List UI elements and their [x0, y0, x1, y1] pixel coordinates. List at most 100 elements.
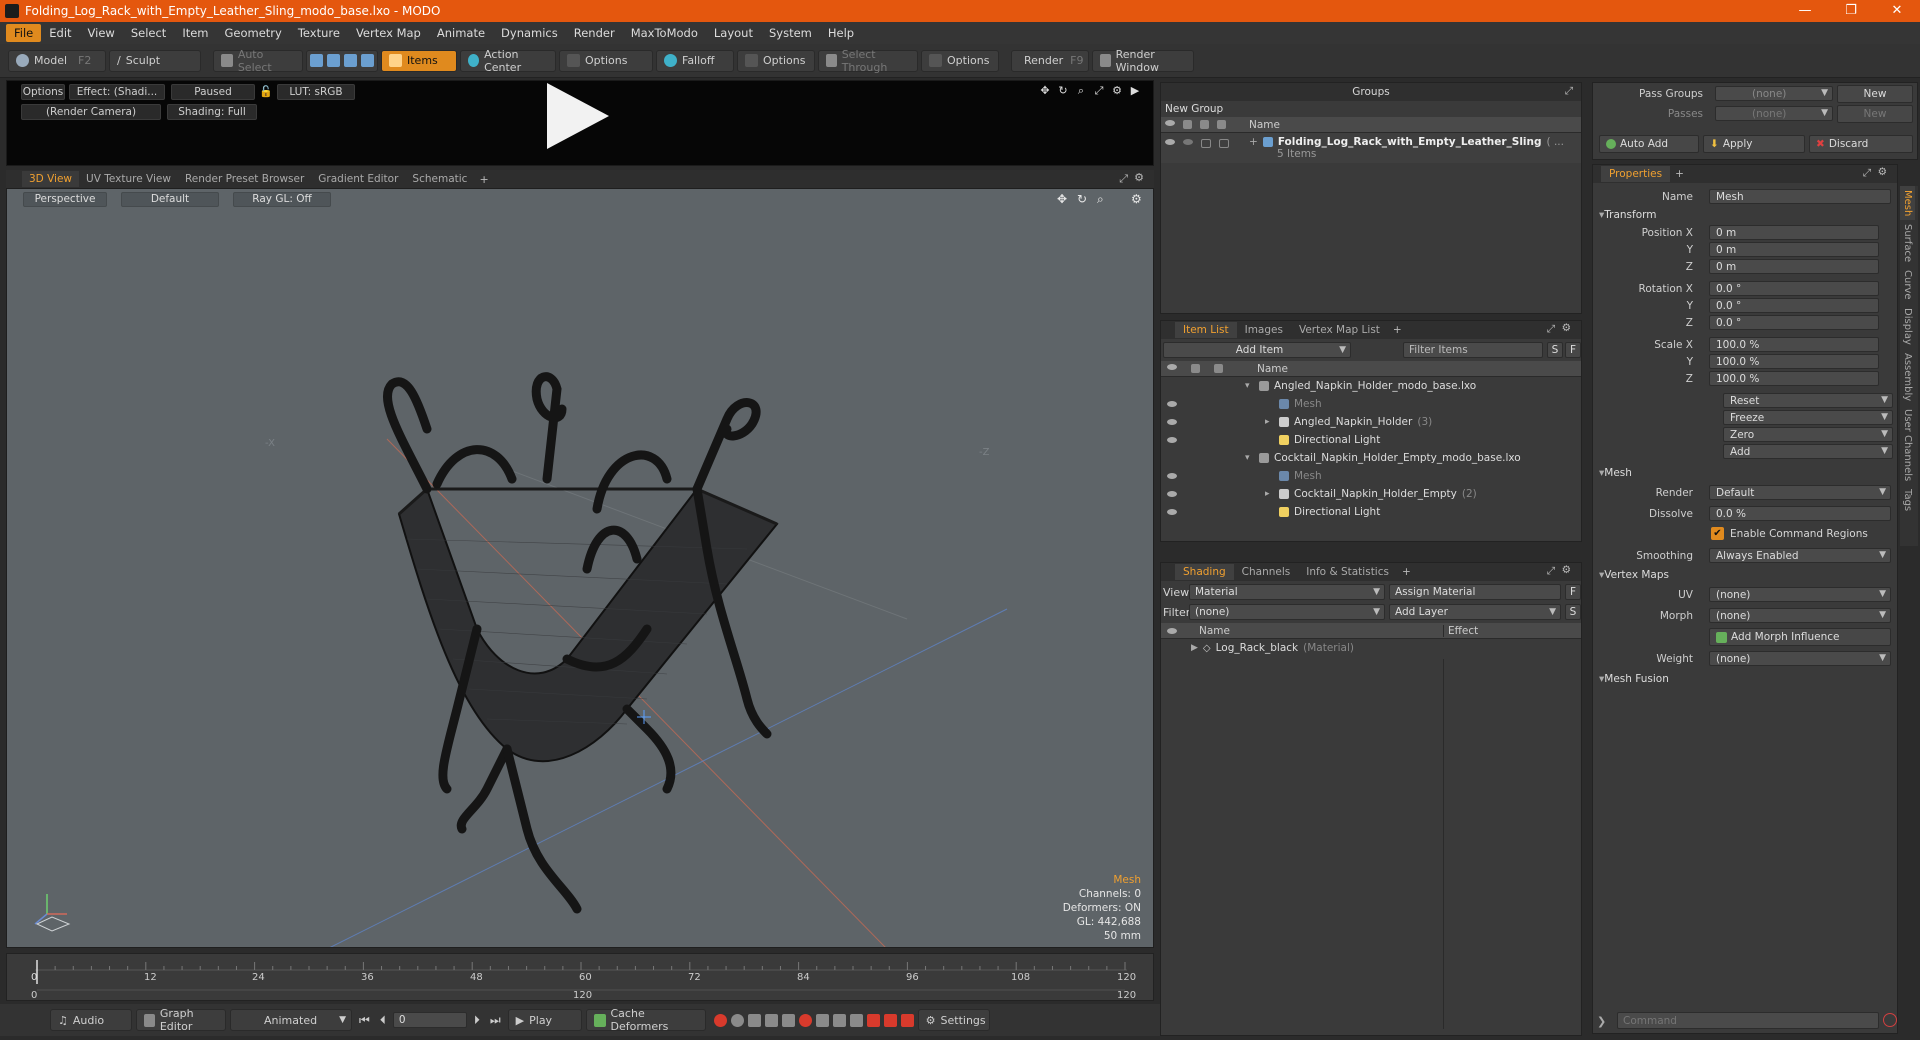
expand-icon[interactable]: ▾ — [1245, 381, 1259, 391]
play-preview-icon[interactable] — [547, 83, 609, 149]
scale-y-field[interactable]: 100.0 % — [1709, 354, 1879, 369]
record-key-icon[interactable] — [713, 1013, 727, 1027]
add-tab-icon[interactable]: + — [1397, 566, 1416, 578]
visibility-toggle-icon[interactable] — [1167, 491, 1177, 497]
enable-command-regions-checkbox[interactable]: ✔ Enable Command Regions — [1711, 527, 1868, 540]
menu-dynamics[interactable]: Dynamics — [493, 24, 566, 42]
menu-view[interactable]: View — [80, 24, 123, 42]
maximize-panel-icon[interactable]: ⤢ — [1547, 323, 1555, 336]
menu-layout[interactable]: Layout — [706, 24, 761, 42]
side-tab-surface[interactable]: Surface — [1900, 220, 1915, 266]
play-button[interactable]: ▶ Play — [507, 1009, 582, 1031]
command-status-icon[interactable] — [1883, 1013, 1897, 1027]
render-toggle-icon[interactable] — [1183, 139, 1193, 145]
visibility-toggle-icon[interactable] — [1167, 509, 1177, 515]
key-prev-icon[interactable] — [747, 1013, 761, 1027]
lock-toggle-icon[interactable] — [1201, 139, 1211, 148]
item-list-row[interactable]: ▸ Cocktail_Napkin_Holder_Empty (2) — [1161, 485, 1581, 503]
menu-system[interactable]: System — [761, 24, 820, 42]
close-button[interactable]: ✕ — [1874, 0, 1920, 22]
gear-icon[interactable]: ⚙ — [1134, 171, 1144, 184]
lock-icon[interactable]: 🔓 — [259, 85, 273, 98]
auto-select-button[interactable]: Auto Select — [213, 48, 303, 74]
side-tab-mesh[interactable]: Mesh — [1900, 186, 1915, 221]
render-window-button[interactable]: Render Window — [1092, 48, 1194, 74]
gear-icon[interactable]: ⚙ — [1878, 166, 1887, 178]
animated-dropdown[interactable]: Animated ▼ — [230, 1009, 352, 1031]
discard-button[interactable]: ✖ Discard — [1809, 135, 1913, 153]
menu-geometry[interactable]: Geometry — [217, 24, 290, 42]
record-icon[interactable] — [798, 1013, 812, 1027]
render-button[interactable]: Render F9 — [1011, 49, 1089, 72]
add-tab-icon[interactable]: + — [1670, 168, 1689, 180]
group-row[interactable]: + Folding_Log_Rack_with_Empty_Leather_Sl… — [1161, 133, 1581, 163]
audio-button[interactable]: ♫ Audio — [50, 1009, 132, 1031]
rotation-z-field[interactable]: 0.0 ° — [1709, 315, 1879, 330]
tab-channels[interactable]: Channels — [1234, 564, 1299, 580]
menu-texture[interactable]: Texture — [290, 24, 348, 42]
filter-items-field[interactable]: Filter Items — [1403, 342, 1543, 358]
position-z-field[interactable]: 0 m — [1709, 259, 1879, 274]
gear-icon[interactable]: ⚙ — [1562, 322, 1571, 334]
tab-3d-view[interactable]: 3D View — [22, 171, 80, 187]
apply-button[interactable]: ⬇ Apply — [1703, 135, 1805, 153]
3d-viewport[interactable]: Perspective Default Ray GL: Off ✥ ↻ ⌕ ⚙ … — [6, 188, 1154, 948]
filter-dropdown[interactable]: (none) ▼ — [1189, 604, 1385, 620]
side-tab-display[interactable]: Display — [1900, 304, 1915, 349]
play-small-icon[interactable]: ▶ — [1129, 85, 1141, 97]
scale-z-field[interactable]: 100.0 % — [1709, 371, 1879, 386]
current-frame-field[interactable]: 0 — [392, 1012, 467, 1028]
rotation-x-field[interactable]: 0.0 ° — [1709, 281, 1879, 296]
cache-deformers-button[interactable]: Cache Deformers — [585, 1007, 706, 1033]
menu-help[interactable]: Help — [820, 24, 862, 42]
go-to-start-icon[interactable]: ⏮ — [356, 1013, 373, 1028]
add-item-dropdown[interactable]: Add Item ▼ — [1163, 342, 1351, 358]
mesh-fusion-section[interactable]: Mesh Fusion — [1599, 673, 1669, 685]
step-forward-icon[interactable]: ⏵ — [471, 1013, 483, 1028]
tab-shading[interactable]: Shading — [1175, 564, 1234, 580]
tab-schematic[interactable]: Schematic — [405, 171, 474, 187]
minimize-button[interactable]: — — [1782, 0, 1828, 22]
auto-add-button[interactable]: Auto Add — [1599, 135, 1699, 153]
tab-info-statistics[interactable]: Info & Statistics — [1298, 564, 1397, 580]
maximize-panel-icon[interactable]: ⤢ — [1119, 172, 1128, 186]
gear-icon[interactable]: ⚙ — [1111, 85, 1123, 97]
step-back-icon[interactable]: ⏴ — [377, 1013, 389, 1028]
preview-options-button[interactable]: Options — [21, 84, 65, 100]
preview-camera-dropdown[interactable]: (Render Camera) — [21, 104, 161, 120]
record-options-icon[interactable] — [815, 1013, 829, 1027]
expand-icon[interactable]: ▶ — [1191, 643, 1198, 653]
tab-images[interactable]: Images — [1237, 322, 1291, 338]
add-layer-dropdown[interactable]: Add Layer ▼ — [1389, 604, 1561, 620]
item-list-row[interactable]: ▾ Angled_Napkin_Holder_modo_base.lxo — [1161, 377, 1581, 395]
menu-animate[interactable]: Animate — [429, 24, 493, 42]
menu-vertex-map[interactable]: Vertex Map — [348, 24, 429, 42]
expand-icon[interactable]: ▸ — [1265, 489, 1279, 499]
tab-gradient-editor[interactable]: Gradient Editor — [311, 171, 405, 187]
mesh-section[interactable]: Mesh — [1599, 467, 1632, 479]
shading-search-button[interactable]: S — [1565, 604, 1581, 620]
remove-keys-icon[interactable] — [900, 1013, 914, 1027]
morph-dropdown[interactable]: (none) ▼ — [1709, 608, 1891, 623]
model-mode-button[interactable]: Model F2 — [8, 49, 106, 72]
maximize-panel-icon[interactable]: ⤢ — [1863, 167, 1871, 180]
search-mode-button[interactable]: S — [1547, 342, 1563, 358]
select-through-options-button[interactable]: Options — [921, 49, 999, 72]
side-tab-user-channels[interactable]: User Channels — [1900, 405, 1915, 485]
tab-render-preset-browser[interactable]: Render Preset Browser — [178, 171, 311, 187]
sculpt-mode-button[interactable]: ∕ Sculpt — [109, 49, 201, 72]
menu-render[interactable]: Render — [566, 24, 623, 42]
expand-icon[interactable]: + — [1249, 136, 1258, 148]
timeline[interactable]: 0 12 24 36 48 60 72 84 96 108 120 0 120 … — [6, 953, 1154, 1001]
material-row[interactable]: ▶ ◇ Log_Rack_black (Material) — [1161, 639, 1581, 657]
tab-properties[interactable]: Properties — [1601, 166, 1671, 182]
side-tab-curve[interactable]: Curve — [1900, 266, 1915, 304]
maximize-button[interactable]: ❐ — [1828, 0, 1874, 22]
fit-icon[interactable]: ⤢ — [1093, 85, 1105, 97]
prev-key-icon[interactable] — [832, 1013, 846, 1027]
tab-item-list[interactable]: Item List — [1175, 322, 1237, 338]
uv-dropdown[interactable]: (none) ▼ — [1709, 587, 1891, 602]
graph-editor-button[interactable]: Graph Editor — [136, 1007, 226, 1033]
falloff-options-button[interactable]: Options — [737, 49, 815, 72]
item-list-row[interactable]: Mesh — [1161, 395, 1581, 413]
